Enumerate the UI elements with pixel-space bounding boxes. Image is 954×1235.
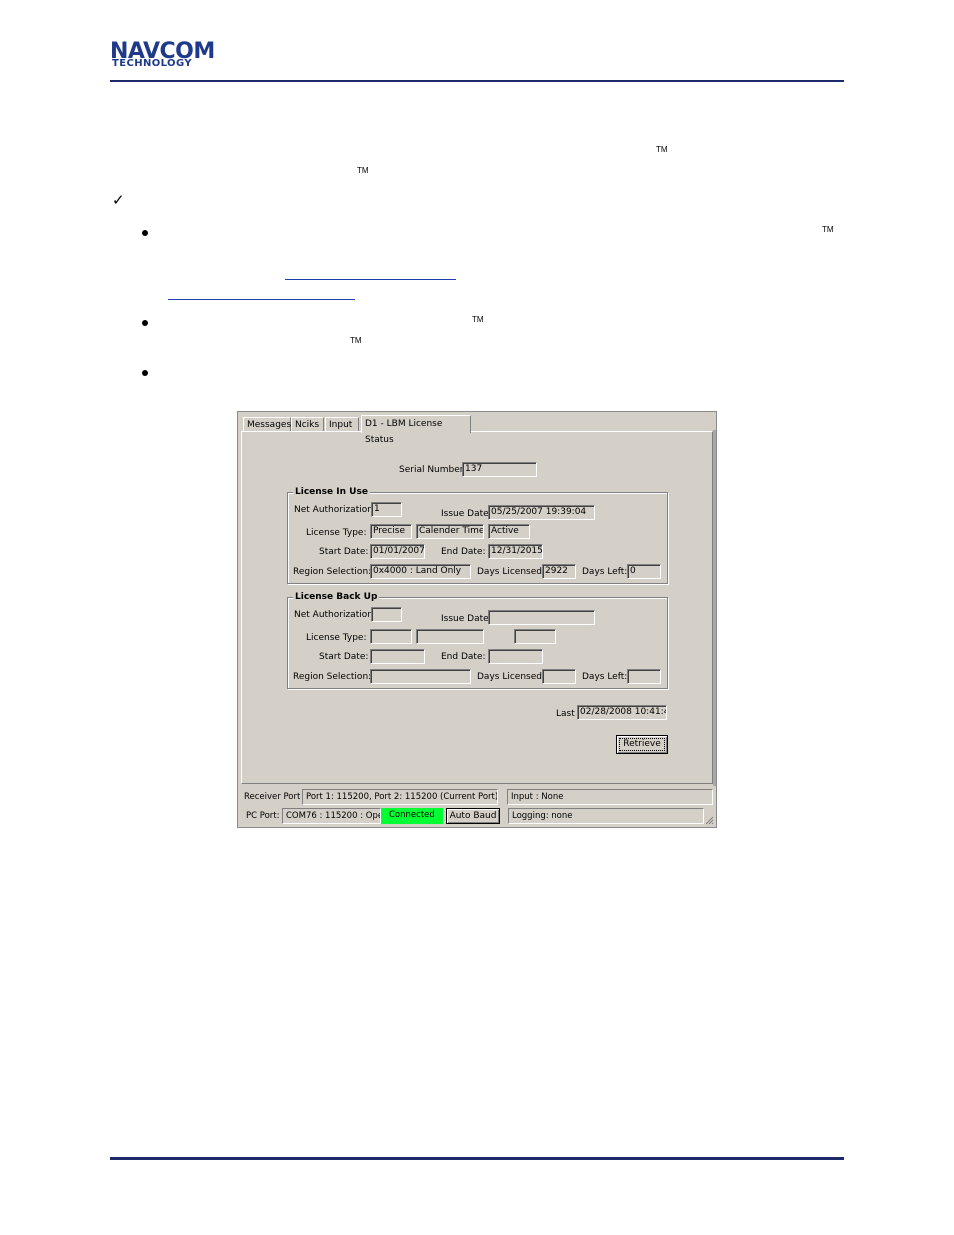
navcom-logo: NAVCOM TECHNOLOGY <box>110 41 234 69</box>
backup-days-licensed-label: Days Licensed: <box>477 672 545 682</box>
trademark-mark: TM <box>822 225 834 234</box>
hyperlink-underline[interactable] <box>168 299 355 300</box>
retrieve-button-label: Retrieve <box>619 738 665 751</box>
tab-messages[interactable]: Messages <box>243 417 291 431</box>
end-date-field: 12/31/2015 <box>488 544 543 559</box>
license-back-up-title: License Back Up <box>293 591 380 603</box>
backup-license-type-field <box>370 629 412 644</box>
tab-input[interactable]: Input <box>325 417 359 431</box>
region-selection-label: Region Selection: <box>293 567 372 577</box>
backup-issue-date-label: Issue Date: <box>441 614 492 624</box>
license-type-time-field: Calender Time <box>416 524 484 539</box>
receiver-port-label: Receiver Port: <box>244 792 301 802</box>
end-date-label: End Date: <box>441 547 486 557</box>
backup-days-left-field <box>627 669 661 684</box>
backup-license-type-field <box>514 629 556 644</box>
net-authorization-label: Net Authorization: <box>294 505 376 515</box>
trademark-mark: TM <box>350 336 362 345</box>
start-date-label: Start Date: <box>319 547 369 557</box>
backup-end-date-label: End Date: <box>441 652 486 662</box>
pc-port-label: PC Port: <box>246 811 280 821</box>
backup-license-type-field <box>416 629 484 644</box>
logging-status: Logging: none <box>508 808 704 824</box>
backup-start-date-field <box>370 649 425 664</box>
bullet-icon <box>142 320 148 326</box>
days-left-label: Days Left: <box>582 567 628 577</box>
auto-baud-button[interactable]: Auto Baud <box>446 808 500 824</box>
retrieve-button[interactable]: Retrieve <box>616 735 668 754</box>
license-status-window: Messages Nciks Input D1 - LBM License St… <box>237 411 717 828</box>
connection-status-badge: Connected <box>381 808 443 824</box>
license-back-up-group: License Back Up Net Authorization: Issue… <box>287 591 668 689</box>
license-type-state-field: Active <box>488 524 530 539</box>
backup-end-date-field <box>488 649 543 664</box>
backup-days-licensed-field <box>542 669 576 684</box>
logo-subtitle: TECHNOLOGY <box>112 58 192 69</box>
issue-date-label: Issue Date: <box>441 509 492 519</box>
backup-license-type-label: License Type: <box>306 633 367 643</box>
backup-net-authorization-field <box>371 607 402 622</box>
backup-days-left-label: Days Left: <box>582 672 628 682</box>
backup-issue-date-field <box>488 610 595 625</box>
resize-grip-icon[interactable] <box>704 815 714 825</box>
region-selection-field: 0x4000 : Land Only <box>370 564 471 579</box>
trademark-mark: TM <box>656 145 668 154</box>
bullet-icon <box>142 370 148 376</box>
tab-lbm-license-status[interactable]: D1 - LBM License Status <box>361 415 471 445</box>
net-authorization-field: 1 <box>371 502 402 517</box>
backup-region-selection-label: Region Selection: <box>293 672 372 682</box>
license-in-use-group: License In Use Net Authorization: 1 Issu… <box>287 486 668 584</box>
backup-net-authorization-label: Net Authorization: <box>294 610 376 620</box>
serial-number-label: Serial Number: <box>399 465 467 475</box>
tab-nciks[interactable]: Nciks <box>291 417 324 431</box>
last-label: Last <box>556 709 575 719</box>
trademark-mark: TM <box>472 315 484 324</box>
issue-date-field: 05/25/2007 19:39:04 <box>488 505 595 520</box>
license-type-label: License Type: <box>306 528 367 538</box>
tab-panel: Serial Number: 137 License In Use Net Au… <box>241 431 713 784</box>
checkmark-icon: ✓ <box>112 191 125 209</box>
backup-start-date-label: Start Date: <box>319 652 369 662</box>
days-licensed-field: 2922 <box>542 564 576 579</box>
receiver-port-value: Port 1: 115200, Port 2: 115200 (Current … <box>302 789 498 805</box>
serial-number-field: 137 <box>462 462 537 477</box>
days-left-field: 0 <box>627 564 661 579</box>
trademark-mark: TM <box>357 166 369 175</box>
bullet-icon <box>142 230 148 236</box>
window-edge <box>713 430 716 786</box>
pc-port-value: COM76 : 115200 : Oper <box>282 808 381 824</box>
hyperlink-underline[interactable] <box>285 279 456 280</box>
license-type-precision-field: Precise <box>370 524 412 539</box>
input-status: Input : None <box>507 789 713 805</box>
backup-region-selection-field <box>370 669 471 684</box>
start-date-field: 01/01/2007 <box>370 544 425 559</box>
footer-rule <box>110 1157 844 1160</box>
license-in-use-title: License In Use <box>293 486 370 498</box>
last-retrieved-field: 02/28/2008 10:41:49 <box>577 705 667 720</box>
header-rule <box>110 80 844 82</box>
days-licensed-label: Days Licensed: <box>477 567 545 577</box>
